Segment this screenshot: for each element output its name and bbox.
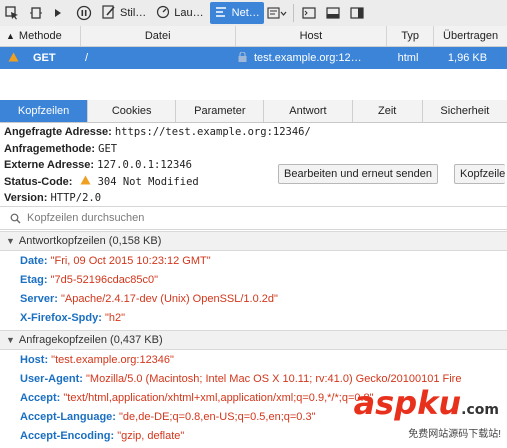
- header-row[interactable]: Accept-Encoding: "gzip, deflate": [20, 430, 184, 442]
- header-value: "test.example.org:12346": [51, 354, 174, 366]
- section-title: Anfragekopfzeilen (0,437 KB): [18, 334, 163, 346]
- collapse-arrow-icon: ▼: [6, 335, 15, 345]
- headers-filter-bar[interactable]: Kopfzeilen durchsuchen: [0, 206, 507, 230]
- header-row[interactable]: Etag: "7d5-52196cdac85c0": [20, 274, 158, 286]
- tab-label: Net…: [231, 7, 260, 19]
- remote-address: 127.0.0.1:12346: [97, 159, 192, 171]
- details-tabbar: Kopfzeilen Cookies Parameter Antwort Zei…: [0, 100, 507, 123]
- type-cell: html: [397, 52, 419, 64]
- watermark-tld: .com: [461, 402, 499, 418]
- header-name: Accept:: [20, 392, 61, 404]
- element-picker-icon[interactable]: [0, 1, 24, 25]
- status-code: 304 Not Modified: [97, 175, 199, 188]
- column-header-host[interactable]: Host: [236, 26, 388, 46]
- tab-timings[interactable]: Zeit: [353, 100, 423, 122]
- style-editor-icon: [102, 4, 116, 22]
- column-header-method[interactable]: ▲ Methode: [0, 26, 81, 46]
- column-header-file[interactable]: Datei: [81, 26, 236, 46]
- watermark: aspku.com 免费网站源码下载站!: [353, 384, 503, 446]
- tab-headers[interactable]: Kopfzeilen: [0, 100, 89, 122]
- header-name: User-Agent:: [20, 373, 83, 385]
- network-icon: [214, 5, 228, 22]
- performance-icon: [156, 5, 170, 22]
- debugger-icon[interactable]: [72, 1, 96, 25]
- tab-label: Lau…: [174, 7, 204, 19]
- header-row[interactable]: Host: "test.example.org:12346": [20, 354, 174, 366]
- http-version: HTTP/2.0: [50, 192, 102, 204]
- column-header-transferred[interactable]: Übertragen: [434, 26, 507, 46]
- summary-label: Externe Adresse:: [4, 159, 95, 171]
- column-label: Datei: [144, 30, 171, 42]
- column-label: Typ: [401, 30, 420, 42]
- header-name: Accept-Language:: [20, 411, 116, 423]
- header-value: "h2": [104, 312, 126, 324]
- header-name: Server:: [20, 293, 58, 305]
- method-cell: GET: [33, 52, 56, 64]
- tab-label: Stil…: [120, 7, 147, 19]
- tab-security[interactable]: Sicherheit: [423, 100, 507, 122]
- header-name: Date:: [20, 255, 48, 267]
- column-label: Host: [299, 30, 323, 42]
- column-label: Methode: [18, 30, 62, 42]
- edit-resend-button[interactable]: Bearbeiten und erneut senden: [278, 164, 439, 184]
- scratchpad-icon[interactable]: [297, 1, 321, 25]
- lock-icon: [238, 50, 247, 65]
- sort-up-icon: ▲: [6, 31, 15, 41]
- summary-label: Anfragemethode:: [4, 142, 96, 155]
- request-url: https://test.example.org:12346/: [114, 126, 311, 138]
- split-console-icon[interactable]: [321, 1, 345, 25]
- request-list-header: ▲ Methode Datei Host Typ Übertragen: [0, 26, 507, 47]
- column-label: Übertragen: [443, 30, 499, 42]
- transferred-cell: 1,96 KB: [447, 52, 488, 64]
- raw-headers-button[interactable]: Kopfzeile: [454, 164, 506, 184]
- header-value: "7d5-52196cdac85c0": [50, 274, 159, 286]
- column-header-type[interactable]: Typ: [387, 26, 435, 46]
- summary-label: Angefragte Adresse:: [4, 126, 112, 138]
- search-icon: [10, 213, 21, 224]
- response-headers-section[interactable]: ▼ Antwortkopfzeilen (0,158 KB): [0, 231, 507, 251]
- tab-response[interactable]: Antwort: [264, 100, 353, 122]
- request-headers-section[interactable]: ▼ Anfragekopfzeilen (0,437 KB): [0, 330, 507, 350]
- more-tools-dropdown-icon[interactable]: [264, 1, 290, 25]
- detach-window-icon[interactable]: [345, 1, 369, 25]
- header-name: Host:: [20, 354, 49, 366]
- header-value: "gzip, deflate": [117, 430, 185, 442]
- tab-style-editor[interactable]: Stil…: [98, 2, 150, 24]
- tab-network[interactable]: Net…: [209, 2, 264, 24]
- header-name: Etag:: [20, 274, 48, 286]
- tab-performance[interactable]: Lau…: [152, 2, 207, 24]
- console-icon[interactable]: [48, 1, 72, 25]
- header-row[interactable]: Server: "Apache/2.4.17-dev (Unix) OpenSS…: [20, 293, 278, 305]
- collapse-arrow-icon: ▼: [6, 236, 15, 246]
- toolbar-divider: [292, 4, 294, 22]
- warning-icon: [80, 175, 94, 188]
- header-value: "de,de-DE;q=0.8,en-US;q=0.5,en;q=0.3": [119, 411, 316, 423]
- devtools-toolbar: Stil… Lau… Net…: [0, 0, 507, 27]
- header-name: X-Firefox-Spdy:: [20, 312, 102, 324]
- watermark-tagline: 免费网站源码下载站!: [408, 425, 501, 440]
- filter-input[interactable]: Kopfzeilen durchsuchen: [27, 212, 144, 224]
- section-title: Antwortkopfzeilen (0,158 KB): [18, 235, 162, 247]
- table-row[interactable]: GET / test.example.org:12… html 1,96 KB: [0, 47, 507, 69]
- header-value: "text/html,application/xhtml+xml,applica…: [63, 392, 374, 404]
- responsive-mode-icon[interactable]: [24, 1, 48, 25]
- header-value: "Apache/2.4.17-dev (Unix) OpenSSL/1.0.2d…: [60, 293, 278, 305]
- warning-icon: [8, 52, 19, 65]
- tab-cookies[interactable]: Cookies: [88, 100, 177, 122]
- header-name: Accept-Encoding:: [20, 430, 115, 442]
- header-row[interactable]: X-Firefox-Spdy: "h2": [20, 312, 125, 324]
- summary-label: Status-Code:: [4, 175, 73, 188]
- header-row[interactable]: Date: "Fri, 09 Oct 2015 10:23:12 GMT": [20, 255, 211, 267]
- request-method: GET: [98, 142, 118, 155]
- watermark-logo: aspku.com: [354, 384, 499, 429]
- host-cell: test.example.org:12…: [254, 52, 362, 64]
- request-summary: Angefragte Adresse: https://test.example…: [4, 124, 311, 207]
- header-value: "Fri, 09 Oct 2015 10:23:12 GMT": [50, 255, 211, 267]
- file-cell: /: [85, 52, 89, 64]
- summary-label: Version:: [4, 192, 48, 204]
- tab-params[interactable]: Parameter: [176, 100, 265, 122]
- watermark-logo-text: aspku: [353, 384, 462, 422]
